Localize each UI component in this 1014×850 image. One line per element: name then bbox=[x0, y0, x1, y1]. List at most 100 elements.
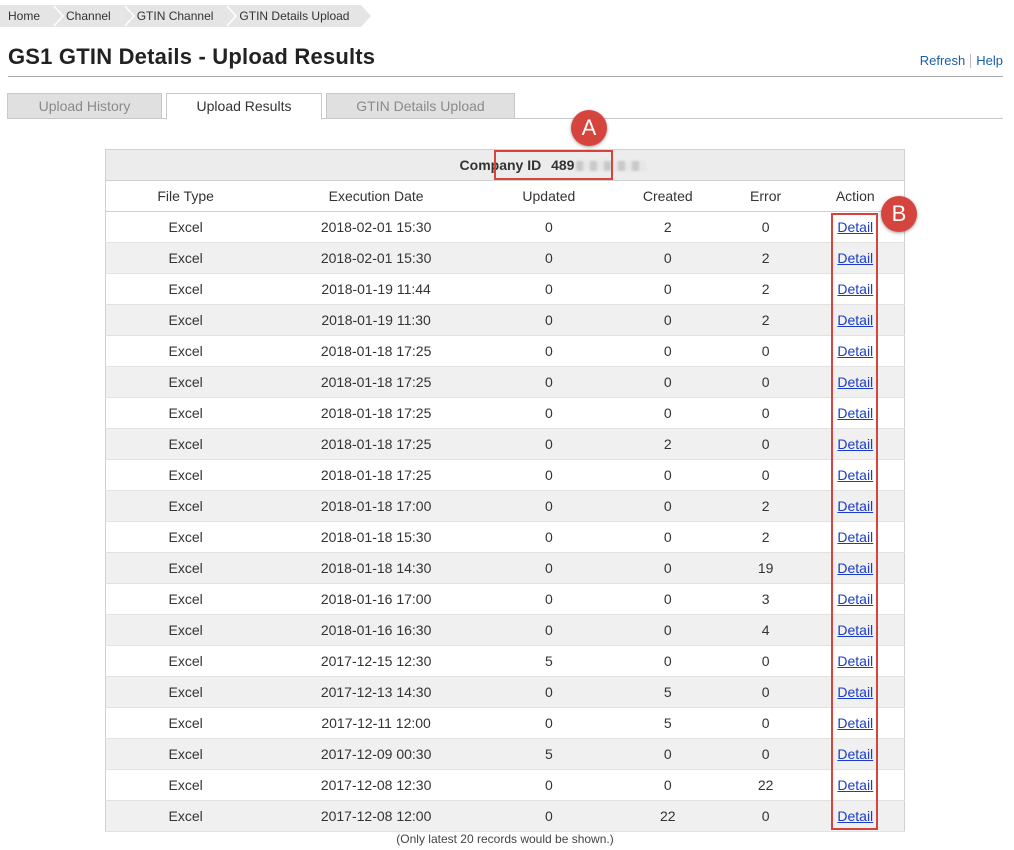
cell-updated: 0 bbox=[486, 521, 611, 553]
header-links: Refresh Help bbox=[920, 53, 1003, 68]
table-header-row: File Type Execution Date Updated Created… bbox=[105, 180, 905, 212]
cell-updated: 0 bbox=[486, 211, 611, 243]
cell-execution-date: 2017-12-11 12:00 bbox=[265, 707, 487, 739]
link-divider bbox=[970, 53, 972, 68]
cell-updated: 0 bbox=[486, 335, 611, 367]
cell-error: 22 bbox=[724, 769, 807, 801]
callout-box-company-id bbox=[494, 150, 613, 180]
cell-execution-date: 2018-01-18 15:30 bbox=[265, 521, 487, 553]
table-row: Excel 2018-01-18 17:25 0 2 0 Detail bbox=[105, 428, 905, 460]
cell-execution-date: 2018-02-01 15:30 bbox=[265, 242, 487, 274]
cell-updated: 0 bbox=[486, 676, 611, 708]
cell-created: 0 bbox=[610, 273, 725, 305]
column-header-file-type: File Type bbox=[105, 180, 266, 212]
cell-execution-date: 2017-12-15 12:30 bbox=[265, 645, 487, 677]
cell-updated: 0 bbox=[486, 707, 611, 739]
cell-file-type: Excel bbox=[105, 583, 266, 615]
cell-execution-date: 2017-12-13 14:30 bbox=[265, 676, 487, 708]
cell-error: 0 bbox=[724, 335, 807, 367]
callout-box-action-column bbox=[831, 213, 878, 830]
cell-created: 0 bbox=[610, 242, 725, 274]
tab-gtin-details-upload[interactable]: GTIN Details Upload bbox=[326, 93, 515, 119]
cell-updated: 0 bbox=[486, 366, 611, 398]
table-row: Excel 2018-01-18 17:25 0 0 0 Detail bbox=[105, 397, 905, 429]
cell-error: 2 bbox=[724, 242, 807, 274]
callout-badge-b: B bbox=[881, 196, 917, 232]
cell-created: 2 bbox=[610, 211, 725, 243]
cell-created: 0 bbox=[610, 490, 725, 522]
table-row: Excel 2018-01-16 17:00 0 0 3 Detail bbox=[105, 583, 905, 615]
cell-updated: 0 bbox=[486, 428, 611, 460]
table-row: Excel 2017-12-08 12:00 0 22 0 Detail bbox=[105, 800, 905, 832]
cell-created: 0 bbox=[610, 583, 725, 615]
help-link[interactable]: Help bbox=[976, 53, 1003, 68]
table-row: Excel 2018-01-18 17:25 0 0 0 Detail bbox=[105, 366, 905, 398]
breadcrumb: Home Channel GTIN Channel GTIN Details U… bbox=[0, 5, 374, 27]
upload-results-table: Company ID 489 File Type Execution Date … bbox=[105, 149, 905, 832]
tab-bar: Upload History Upload Results GTIN Detai… bbox=[7, 93, 1003, 120]
cell-error: 0 bbox=[724, 459, 807, 491]
table-row: Excel 2018-01-18 14:30 0 0 19 Detail bbox=[105, 552, 905, 584]
cell-created: 0 bbox=[610, 459, 725, 491]
cell-file-type: Excel bbox=[105, 645, 266, 677]
table-row: Excel 2018-01-19 11:44 0 0 2 Detail bbox=[105, 273, 905, 305]
cell-created: 0 bbox=[610, 335, 725, 367]
cell-error: 4 bbox=[724, 614, 807, 646]
table-row: Excel 2017-12-11 12:00 0 5 0 Detail bbox=[105, 707, 905, 739]
cell-execution-date: 2018-01-18 17:25 bbox=[265, 397, 487, 429]
cell-file-type: Excel bbox=[105, 614, 266, 646]
cell-created: 0 bbox=[610, 738, 725, 770]
cell-updated: 0 bbox=[486, 459, 611, 491]
cell-execution-date: 2018-01-19 11:30 bbox=[265, 304, 487, 336]
page-title: GS1 GTIN Details - Upload Results bbox=[8, 44, 376, 69]
cell-error: 0 bbox=[724, 738, 807, 770]
cell-execution-date: 2018-01-18 17:25 bbox=[265, 366, 487, 398]
cell-created: 0 bbox=[610, 521, 725, 553]
table-body: Excel 2018-02-01 15:30 0 2 0 Detail Excel 2018-… bbox=[105, 211, 905, 832]
cell-file-type: Excel bbox=[105, 335, 266, 367]
cell-execution-date: 2018-02-01 15:30 bbox=[265, 211, 487, 243]
cell-execution-date: 2018-01-18 17:00 bbox=[265, 490, 487, 522]
cell-created: 0 bbox=[610, 366, 725, 398]
cell-file-type: Excel bbox=[105, 211, 266, 243]
tab-upload-results[interactable]: Upload Results bbox=[166, 93, 322, 120]
cell-file-type: Excel bbox=[105, 769, 266, 801]
cell-created: 0 bbox=[610, 645, 725, 677]
cell-file-type: Excel bbox=[105, 397, 266, 429]
cell-updated: 0 bbox=[486, 800, 611, 832]
cell-updated: 0 bbox=[486, 614, 611, 646]
cell-file-type: Excel bbox=[105, 552, 266, 584]
tab-upload-history[interactable]: Upload History bbox=[7, 93, 162, 119]
cell-created: 0 bbox=[610, 614, 725, 646]
cell-execution-date: 2018-01-16 17:00 bbox=[265, 583, 487, 615]
cell-error: 0 bbox=[724, 707, 807, 739]
refresh-link[interactable]: Refresh bbox=[920, 53, 966, 68]
cell-error: 2 bbox=[724, 521, 807, 553]
cell-error: 2 bbox=[724, 304, 807, 336]
breadcrumb-home[interactable]: Home bbox=[0, 5, 65, 27]
cell-error: 0 bbox=[724, 366, 807, 398]
cell-updated: 0 bbox=[486, 490, 611, 522]
cell-file-type: Excel bbox=[105, 459, 266, 491]
column-header-error: Error bbox=[724, 180, 807, 212]
cell-file-type: Excel bbox=[105, 676, 266, 708]
cell-updated: 0 bbox=[486, 583, 611, 615]
table-row: Excel 2018-01-16 16:30 0 0 4 Detail bbox=[105, 614, 905, 646]
breadcrumb-gtin-details-upload[interactable]: GTIN Details Upload bbox=[219, 5, 374, 27]
cell-file-type: Excel bbox=[105, 273, 266, 305]
cell-created: 0 bbox=[610, 769, 725, 801]
cell-error: 19 bbox=[724, 552, 807, 584]
cell-execution-date: 2018-01-18 17:25 bbox=[265, 459, 487, 491]
cell-updated: 0 bbox=[486, 242, 611, 274]
table-row: Excel 2017-12-08 12:30 0 0 22 Detail bbox=[105, 769, 905, 801]
column-header-created: Created bbox=[610, 180, 725, 212]
cell-error: 2 bbox=[724, 490, 807, 522]
records-footnote: (Only latest 20 records would be shown.) bbox=[396, 832, 614, 846]
cell-error: 0 bbox=[724, 397, 807, 429]
table-row: Excel 2018-01-19 11:30 0 0 2 Detail bbox=[105, 304, 905, 336]
cell-execution-date: 2018-01-19 11:44 bbox=[265, 273, 487, 305]
column-header-updated: Updated bbox=[486, 180, 611, 212]
cell-error: 0 bbox=[724, 676, 807, 708]
table-row: Excel 2017-12-09 00:30 5 0 0 Detail bbox=[105, 738, 905, 770]
cell-file-type: Excel bbox=[105, 490, 266, 522]
